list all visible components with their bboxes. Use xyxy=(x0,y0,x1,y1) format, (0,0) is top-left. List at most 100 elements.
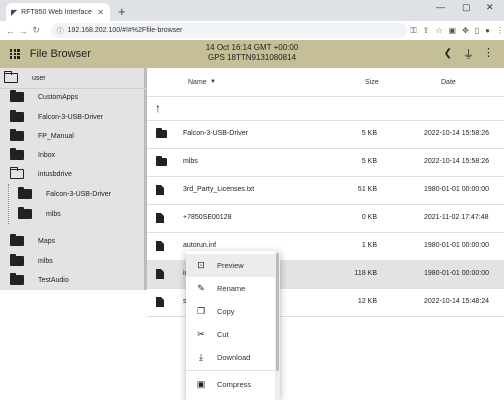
table-row[interactable]: +7850SE00128 0 KB 2021-11-02 17:47:48 xyxy=(147,204,504,232)
tree-label: Falcon-3-USB-Driver xyxy=(46,190,111,198)
tree-item-fp-manual[interactable]: FP_Manual xyxy=(10,126,74,146)
header-size[interactable]: Size xyxy=(365,79,379,86)
up-arrow-icon[interactable]: ↑ xyxy=(155,101,161,115)
extension-icon[interactable]: ▣ xyxy=(449,26,457,36)
file-icon xyxy=(156,185,164,195)
tree-item-inbox[interactable]: Inbox xyxy=(10,145,55,165)
row-size: 5 KB xyxy=(361,130,377,137)
new-tab-button[interactable]: + xyxy=(118,4,126,19)
menu-label: Compress xyxy=(217,380,252,389)
menu-scroll-thumb[interactable] xyxy=(276,253,279,371)
tab-title: RFT850 Web Interface xyxy=(21,8,92,16)
sidebar-icon[interactable]: ▯ xyxy=(475,26,479,36)
folder-icon xyxy=(10,254,24,266)
table-header: Name ▼ Size Date xyxy=(147,68,504,96)
favicon-icon: ◤ xyxy=(11,7,18,17)
profile-icon[interactable]: ● xyxy=(485,26,490,36)
puzzle-icon[interactable]: ✥ xyxy=(462,26,469,36)
tree-label: user xyxy=(32,74,46,82)
apps-grid-icon[interactable] xyxy=(10,49,20,59)
file-icon xyxy=(156,213,164,223)
url-field[interactable]: ⓘ 192.168.202.100/#!#%2Ffile-browser xyxy=(50,23,407,38)
row-date: 1980-01-01 00:00:00 xyxy=(424,270,489,277)
forward-icon[interactable]: → xyxy=(17,26,30,36)
tree-item-customapps[interactable]: CustomApps xyxy=(10,87,78,107)
tree-item-maps[interactable]: Maps xyxy=(10,231,55,251)
extension-icons: ⚿ ⇪ ☆ ▣ ✥ ▯ ● ⋮ xyxy=(411,26,504,36)
folder-icon xyxy=(10,90,24,102)
row-date: 2022-10-14 15:48:24 xyxy=(424,298,489,305)
download-icon: ⤓ xyxy=(199,352,203,362)
row-size: 51 KB xyxy=(357,186,377,193)
tree-item-intusbdrive[interactable]: intusbdrive xyxy=(9,164,72,184)
row-name: 3rd_Party_Licenses.txt xyxy=(183,186,255,193)
tab-close-icon[interactable]: ✕ xyxy=(97,8,104,17)
folder-icon xyxy=(10,110,24,122)
menu-divider xyxy=(186,370,275,371)
folder-icon xyxy=(10,273,24,285)
browser-chrome: ◤ RFT850 Web Interface ✕ + — ▢ ✕ ← → ↻ ⓘ… xyxy=(0,0,504,40)
menu-item-cut[interactable]: ✂ Cut xyxy=(186,323,280,346)
context-menu: ⊡ Preview ✎ Rename ❐ Copy ✂ Cut ⤓ Downlo… xyxy=(186,251,280,400)
preview-icon: ⊡ xyxy=(197,260,205,270)
table-row[interactable]: Falcon-3-USB-Driver 5 KB 2022-10-14 15:5… xyxy=(147,120,504,148)
row-name: mlbs xyxy=(183,158,198,165)
file-icon xyxy=(156,269,164,279)
close-window-button[interactable]: ✕ xyxy=(486,2,494,13)
tree-item-mlbs-sub[interactable]: mlbs xyxy=(18,204,61,224)
folder-icon xyxy=(18,187,32,199)
tree-item-mlbs[interactable]: mlbs xyxy=(10,251,53,271)
menu-item-preview[interactable]: ⊡ Preview xyxy=(186,254,280,277)
table-row[interactable]: 3rd_Party_Licenses.txt 51 KB 1980-01-01 … xyxy=(147,176,504,204)
menu-item-rename[interactable]: ✎ Rename xyxy=(186,277,280,300)
compress-icon: ▣ xyxy=(196,379,206,389)
folder-icon xyxy=(10,148,24,160)
tree-label: TestAudio xyxy=(38,276,69,284)
address-bar-row: ← → ↻ ⓘ 192.168.202.100/#!#%2Ffile-brows… xyxy=(0,21,504,40)
row-name: autorun.inf xyxy=(183,242,217,249)
tree-item-user[interactable]: user xyxy=(3,68,46,88)
sort-arrow-icon[interactable]: ▼ xyxy=(210,79,216,85)
star-icon[interactable]: ☆ xyxy=(435,26,442,36)
row-date: 2022-10-14 15:58:26 xyxy=(424,158,489,165)
table-row[interactable]: mlbs 5 KB 2022-10-14 15:58:26 xyxy=(147,148,504,176)
key-icon[interactable]: ⚿ xyxy=(411,26,417,36)
more-icon[interactable]: ⋮ xyxy=(483,46,494,59)
tree-item-testaudio[interactable]: TestAudio xyxy=(10,270,69,290)
share-icon[interactable]: ⇪ xyxy=(423,26,430,36)
tree-label: mlbs xyxy=(46,210,61,218)
menu-item-download[interactable]: ⤓ Download xyxy=(186,346,280,369)
tree-label: CustomApps xyxy=(38,93,79,101)
tree-item-falcon-sub[interactable]: Falcon-3-USB-Driver xyxy=(18,184,111,204)
minimize-button[interactable]: — xyxy=(436,2,445,12)
menu-scrollbar[interactable] xyxy=(275,251,280,400)
menu-label: Cut xyxy=(217,330,229,339)
reload-icon[interactable]: ↻ xyxy=(30,25,43,36)
folder-icon xyxy=(18,207,32,219)
menu-label: Download xyxy=(217,353,251,362)
folder-icon xyxy=(156,156,167,166)
header-name[interactable]: Name xyxy=(188,79,207,86)
header-date[interactable]: Date xyxy=(441,79,456,86)
plug-icon[interactable]: ⏚ xyxy=(463,46,474,62)
info-icon[interactable]: ⓘ xyxy=(57,26,64,36)
scissors-icon: ✂ xyxy=(197,329,205,339)
back-chevron-icon[interactable]: ❮ xyxy=(444,48,452,59)
tree-item-falcon[interactable]: Falcon-3-USB-Driver xyxy=(10,107,103,127)
tree-label: Maps xyxy=(38,237,56,245)
menu-icon[interactable]: ⋮ xyxy=(496,26,504,36)
row-date: 1980-01-01 00:00:00 xyxy=(424,242,489,249)
back-icon[interactable]: ← xyxy=(4,26,17,36)
menu-item-copy[interactable]: ❐ Copy xyxy=(186,300,280,323)
menu-item-compress[interactable]: ▣ Compress xyxy=(186,373,280,396)
row-size: 12 KB xyxy=(357,298,377,305)
tree-label: FP_Manual xyxy=(38,132,74,140)
maximize-button[interactable]: ▢ xyxy=(462,2,471,13)
browser-tab[interactable]: ◤ RFT850 Web Interface ✕ xyxy=(6,3,110,21)
app-bar: File Browser 14 Oct 16:14 GMT +00:00 GPS… xyxy=(0,40,504,68)
tree-label: Falcon-3-USB-Driver xyxy=(38,113,103,121)
menu-label: Copy xyxy=(217,307,235,316)
menu-label: Preview xyxy=(217,261,244,270)
tree-label: mlbs xyxy=(38,257,53,265)
row-name: +7850SE00128 xyxy=(183,214,232,221)
